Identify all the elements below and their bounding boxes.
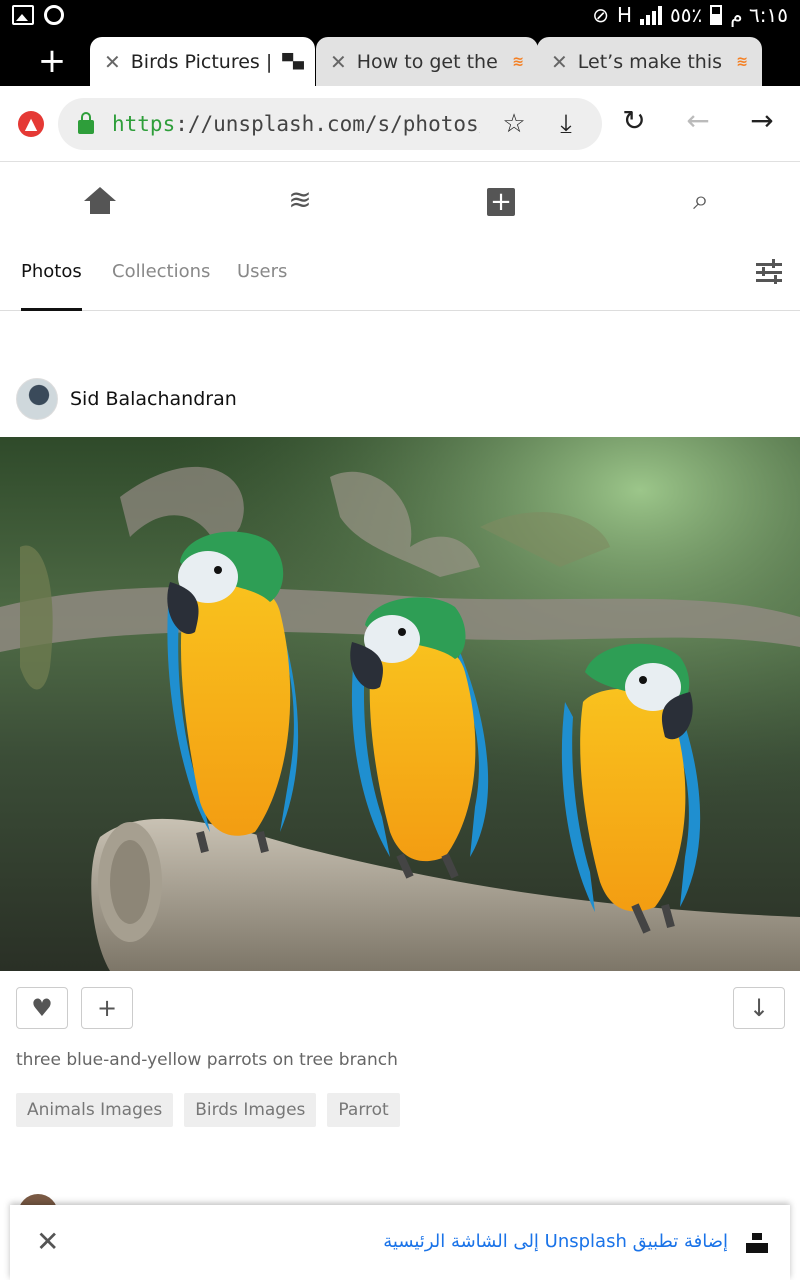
back-button[interactable]: ← — [678, 104, 718, 137]
tag-animals-images[interactable]: Animals Images — [16, 1093, 174, 1127]
bookmark-star-icon[interactable]: ☆ — [496, 109, 532, 139]
forward-button[interactable]: → — [742, 104, 782, 137]
result-type-tabs: Photos Collections Users — [0, 235, 800, 311]
tag-birds-images[interactable]: Birds Images — [184, 1093, 317, 1127]
reload-button[interactable]: ↻ — [614, 104, 654, 137]
close-tab-icon[interactable]: ✕ — [104, 50, 121, 74]
url-field[interactable]: https://unsplash.com/s/photos/bird — [112, 112, 480, 136]
battery-icon — [710, 5, 723, 25]
stackoverflow-favicon-icon: ≋ — [512, 53, 524, 70]
add-box-icon[interactable]: + — [481, 183, 521, 223]
avatar[interactable] — [16, 378, 58, 420]
sync-notification-icon — [44, 5, 64, 25]
lock-icon — [78, 112, 94, 134]
banner-message[interactable]: إضافة تطبيق Unsplash إلى الشاشة الرئيسية — [383, 1231, 728, 1252]
photo-parrots[interactable] — [0, 437, 800, 971]
add-to-collection-button[interactable]: + — [81, 987, 133, 1029]
tab-title: Birds Pictures | — [130, 50, 273, 73]
gallery-notification-icon — [12, 5, 34, 25]
tab-how-to-get[interactable]: ✕ How to get the ≋ — [316, 37, 538, 86]
tab-title: How to get the — [356, 50, 498, 73]
update-icon[interactable]: ▲ — [18, 111, 44, 137]
parrots-photo-illustration — [0, 437, 800, 971]
signal-icon — [640, 5, 663, 25]
download-icon[interactable]: ⤓ — [548, 109, 584, 140]
tag-parrot[interactable]: Parrot — [327, 1093, 400, 1127]
status-bar: ⊘ H ٥٥٪ ٦:١٥ م — [0, 0, 800, 33]
search-icon[interactable]: ⌕ — [681, 183, 721, 223]
tab-lets-make-this[interactable]: ✕ Let’s make this ≋ — [537, 37, 762, 86]
mute-icon: ⊘ — [592, 3, 609, 27]
tab-strip: + ✕ Birds Pictures | ▀▄ ✕ How to get the… — [0, 33, 800, 86]
photo-actions: ♥ + ↓ — [16, 987, 785, 1029]
tab-photos[interactable]: Photos — [21, 261, 82, 311]
arrow-down-icon: ↓ — [748, 994, 770, 1022]
plus-icon: + — [96, 994, 118, 1022]
close-icon[interactable]: ✕ — [36, 1225, 59, 1258]
tab-title: Let’s make this — [577, 50, 723, 73]
unsplash-favicon-icon: ▀▄ — [282, 53, 304, 70]
battery-percent: ٥٥٪ — [670, 3, 703, 27]
tab-birds-pictures[interactable]: ✕ Birds Pictures | ▀▄ — [90, 37, 315, 86]
stackoverflow-favicon-icon: ≋ — [736, 53, 748, 70]
new-tab-button[interactable]: + — [30, 44, 74, 81]
like-button[interactable]: ♥ — [16, 987, 68, 1029]
tab-collections[interactable]: Collections — [112, 261, 210, 308]
home-icon[interactable] — [80, 183, 120, 223]
photo-tags: Animals Images Birds Images Parrot — [16, 1093, 400, 1127]
filter-icon[interactable] — [756, 259, 782, 285]
add-to-home-banner[interactable]: ✕ إضافة تطبيق Unsplash إلى الشاشة الرئيس… — [10, 1205, 790, 1280]
clock: ٦:١٥ م — [730, 3, 788, 27]
author-name[interactable]: Sid Balachandran — [70, 388, 237, 410]
tab-users[interactable]: Users — [237, 261, 287, 308]
close-tab-icon[interactable]: ✕ — [551, 50, 568, 74]
browser-toolbar: ▲ https://unsplash.com/s/photos/bird ☆ ⤓… — [0, 86, 800, 162]
omnibox[interactable]: https://unsplash.com/s/photos/bird ☆ ⤓ — [58, 98, 602, 150]
photo-description: three blue-and-yellow parrots on tree br… — [16, 1050, 398, 1070]
url-rest: ://unsplash.com/s/photos/bird — [175, 112, 480, 136]
network-type: H — [617, 3, 633, 27]
download-button[interactable]: ↓ — [733, 987, 785, 1029]
url-scheme: https — [112, 112, 176, 136]
unsplash-nav: ≋ + ⌕ — [0, 163, 800, 235]
close-tab-icon[interactable]: ✕ — [330, 50, 347, 74]
photo-author[interactable]: Sid Balachandran — [16, 378, 237, 420]
heart-icon: ♥ — [31, 994, 53, 1022]
layers-icon[interactable]: ≋ — [280, 183, 320, 223]
unsplash-logo-icon — [746, 1233, 768, 1253]
